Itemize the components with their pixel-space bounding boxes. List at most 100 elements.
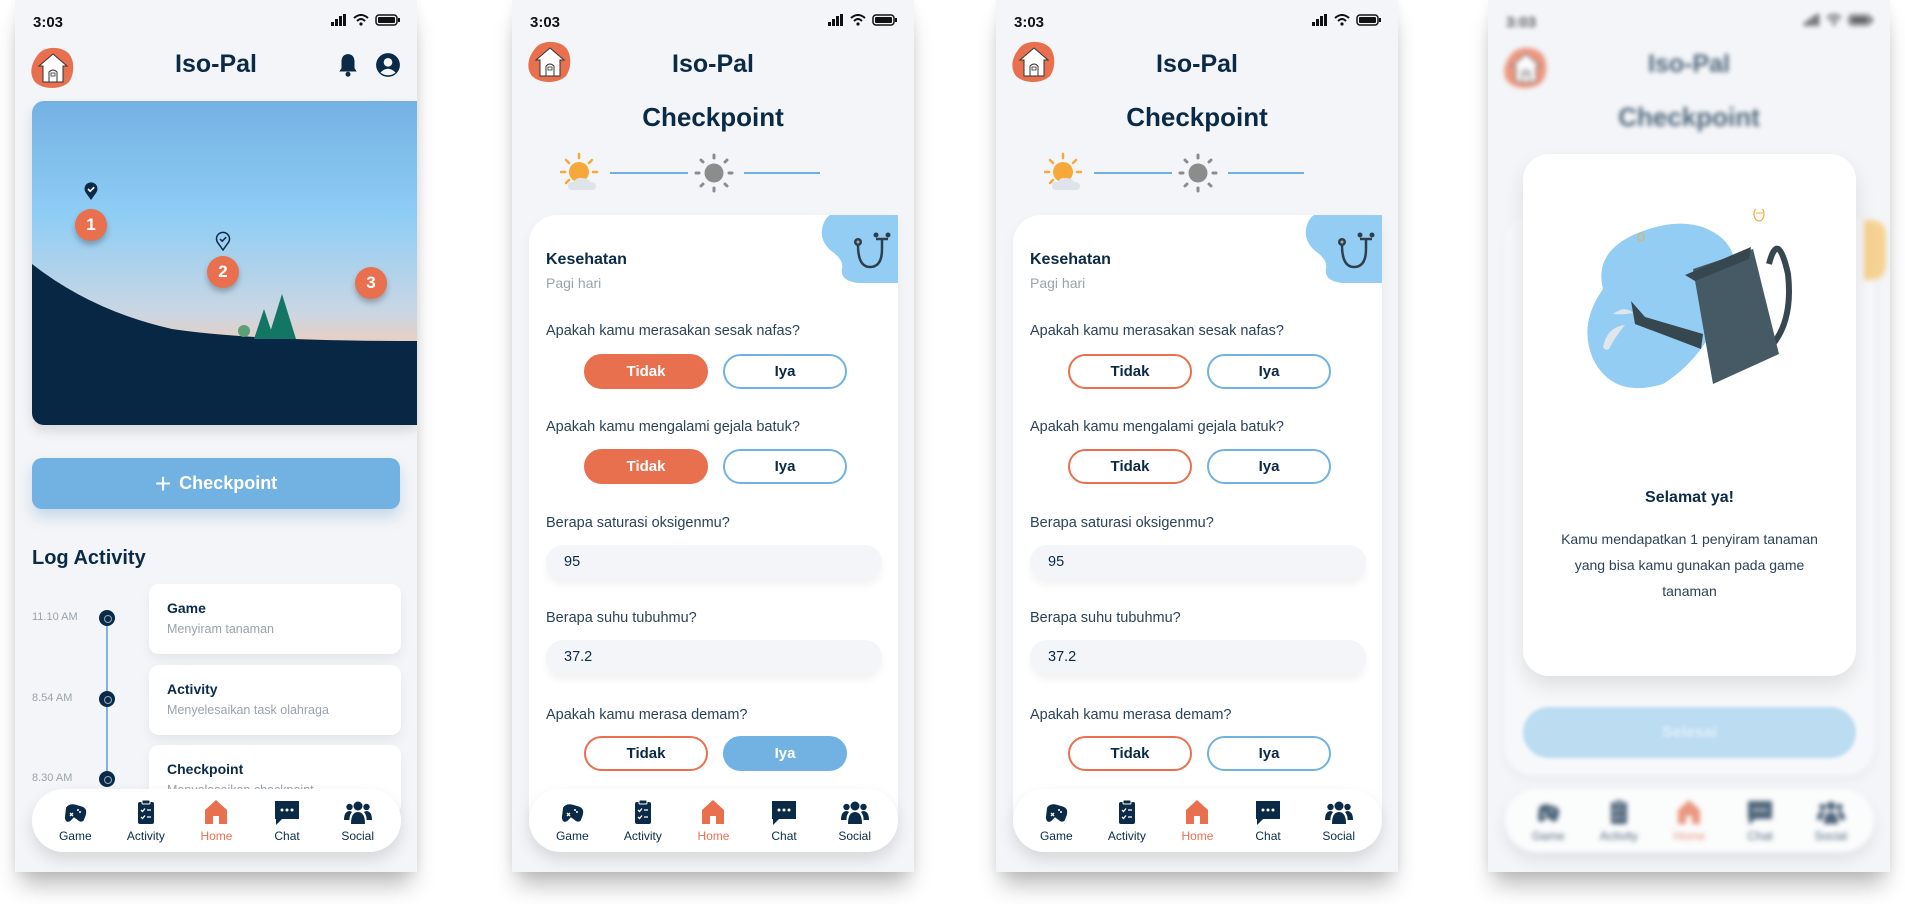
nav-game[interactable]: Game bbox=[542, 798, 602, 843]
wifi-icon bbox=[1334, 14, 1350, 26]
nav-home[interactable]: Home bbox=[1167, 798, 1227, 843]
cough-yes-button[interactable]: Iya bbox=[1207, 449, 1331, 484]
bottom-nav: Game Activity Home Chat Social bbox=[1505, 789, 1874, 852]
log-time: 11.10 AM bbox=[32, 611, 78, 623]
nav-social[interactable]: Social bbox=[328, 798, 388, 843]
breath-yes-button[interactable]: Iya bbox=[723, 354, 847, 389]
body-temperature-input[interactable] bbox=[1030, 640, 1366, 674]
nav-home: Home bbox=[1659, 798, 1719, 843]
app-title: Iso-Pal bbox=[672, 50, 754, 78]
log-item-subtitle: Menyiram tanaman bbox=[167, 622, 274, 636]
log-item-title: Game bbox=[167, 600, 206, 616]
sun-icon[interactable] bbox=[1178, 153, 1218, 193]
breath-no-button[interactable]: Tidak bbox=[584, 354, 708, 389]
gamepad-icon bbox=[61, 798, 89, 826]
status-bar: 3:03 bbox=[1506, 12, 1874, 32]
nav-activity[interactable]: Activity bbox=[613, 798, 673, 843]
sun-icon[interactable] bbox=[694, 153, 734, 193]
finish-button[interactable]: Selesai bbox=[1523, 707, 1856, 758]
bottom-nav: Game Activity Home Chat Social bbox=[529, 789, 898, 852]
battery-icon bbox=[1356, 14, 1382, 26]
nav-home[interactable]: Home bbox=[683, 798, 743, 843]
section-title: Kesehatan bbox=[546, 251, 627, 268]
question-temperature: Berapa suhu tubuhmu? bbox=[546, 610, 697, 626]
breath-yes-button[interactable]: Iya bbox=[1207, 354, 1331, 389]
timeline-dot bbox=[99, 610, 115, 626]
nav-activity[interactable]: Activity bbox=[1097, 798, 1157, 843]
fever-no-button[interactable]: Tidak bbox=[584, 736, 708, 771]
morning-sun-cloud-icon[interactable] bbox=[560, 152, 604, 192]
map-marker-2[interactable]: 2 bbox=[207, 256, 239, 288]
home-icon bbox=[699, 798, 727, 826]
nav-chat[interactable]: Chat bbox=[754, 798, 814, 843]
nav-chat[interactable]: Chat bbox=[257, 798, 317, 843]
nav-game[interactable]: Game bbox=[1026, 798, 1086, 843]
timeline-dot bbox=[99, 771, 115, 787]
reward-modal: Selamat ya! Kamu mendapatkan 1 penyiram … bbox=[1523, 154, 1856, 676]
question-oxygen: Berapa saturasi oksigenmu? bbox=[1030, 515, 1214, 531]
timeline-dot bbox=[99, 691, 115, 707]
bell-icon[interactable] bbox=[335, 52, 361, 78]
morning-sun-cloud-icon[interactable] bbox=[1044, 152, 1088, 192]
checked-pin-outline-icon bbox=[215, 231, 231, 251]
cough-no-button[interactable]: Tidak bbox=[1068, 449, 1192, 484]
cough-yes-button[interactable]: Iya bbox=[723, 449, 847, 484]
moon-icon[interactable] bbox=[1310, 152, 1350, 192]
status-bar: 3:03 bbox=[33, 12, 401, 32]
breath-no-button[interactable]: Tidak bbox=[1068, 354, 1192, 389]
map-marker-1[interactable]: 1 bbox=[75, 209, 107, 241]
time-of-day-stepper bbox=[1044, 152, 1344, 194]
log-item[interactable]: Game Menyiram tanaman bbox=[149, 584, 401, 654]
add-checkpoint-button[interactable]: + Checkpoint bbox=[32, 458, 400, 509]
nav-social[interactable]: Social bbox=[825, 798, 885, 843]
log-item[interactable]: Activity Menyelesaikan task olahraga bbox=[149, 665, 401, 735]
status-time: 3:03 bbox=[530, 14, 561, 31]
nav-activity: Activity bbox=[1589, 798, 1649, 843]
status-bar: 3:03 bbox=[1014, 12, 1382, 32]
home-icon bbox=[1183, 798, 1211, 826]
nav-home[interactable]: Home bbox=[186, 798, 246, 843]
question-fever: Apakah kamu merasa demam? bbox=[1030, 707, 1232, 723]
nav-activity[interactable]: Activity bbox=[116, 798, 176, 843]
user-profile-icon[interactable] bbox=[375, 52, 401, 78]
fever-no-button[interactable]: Tidak bbox=[1068, 736, 1192, 771]
map-marker-3[interactable]: 3 bbox=[355, 267, 387, 299]
wifi-icon bbox=[850, 14, 866, 26]
signal-icon bbox=[828, 14, 844, 26]
oxygen-saturation-input[interactable] bbox=[1030, 545, 1366, 579]
log-item-subtitle: Menyelesaikan task olahraga bbox=[167, 703, 329, 717]
wifi-icon bbox=[1826, 14, 1842, 26]
gamepad-icon bbox=[1534, 798, 1562, 826]
body-temperature-input[interactable] bbox=[546, 640, 882, 674]
question-fever: Apakah kamu merasa demam? bbox=[546, 707, 748, 723]
fever-yes-button[interactable]: Iya bbox=[1207, 736, 1331, 771]
bottom-nav: Game Activity Home Chat Social bbox=[32, 789, 401, 852]
time-of-day-stepper bbox=[560, 152, 860, 194]
checkpoint-screen-empty: 3:03 Iso-Pal Checkpoint Kesehatan Pagi h… bbox=[996, 0, 1398, 872]
app-title: Iso-Pal bbox=[1648, 50, 1730, 78]
nav-chat[interactable]: Chat bbox=[1238, 798, 1298, 843]
modal-title: Selamat ya! bbox=[1645, 489, 1734, 506]
users-icon bbox=[1817, 798, 1845, 826]
chat-bubble-icon bbox=[1746, 798, 1774, 826]
nav-game[interactable]: Game bbox=[45, 798, 105, 843]
plus-icon: + bbox=[154, 467, 172, 499]
question-breath: Apakah kamu merasakan sesak nafas? bbox=[1030, 323, 1284, 339]
log-time: 8.54 AM bbox=[32, 692, 73, 704]
moon-icon[interactable] bbox=[826, 152, 866, 192]
nav-social[interactable]: Social bbox=[1309, 798, 1369, 843]
question-cough: Apakah kamu mengalami gejala batuk? bbox=[546, 419, 800, 435]
cough-no-button[interactable]: Tidak bbox=[584, 449, 708, 484]
gamepad-icon bbox=[1042, 798, 1070, 826]
clipboard-list-icon bbox=[1113, 798, 1141, 826]
fever-yes-button[interactable]: Iya bbox=[723, 736, 847, 771]
signal-icon bbox=[1804, 14, 1820, 26]
signal-icon bbox=[331, 14, 347, 26]
stethoscope-icon bbox=[818, 215, 898, 283]
progress-map: 1 2 3 bbox=[32, 101, 417, 425]
section-subtitle: Pagi hari bbox=[546, 275, 602, 291]
watering-can-illustration bbox=[1587, 209, 1792, 389]
stepper-connector bbox=[610, 172, 688, 174]
oxygen-saturation-input[interactable] bbox=[546, 545, 882, 579]
chat-bubble-icon bbox=[770, 798, 798, 826]
